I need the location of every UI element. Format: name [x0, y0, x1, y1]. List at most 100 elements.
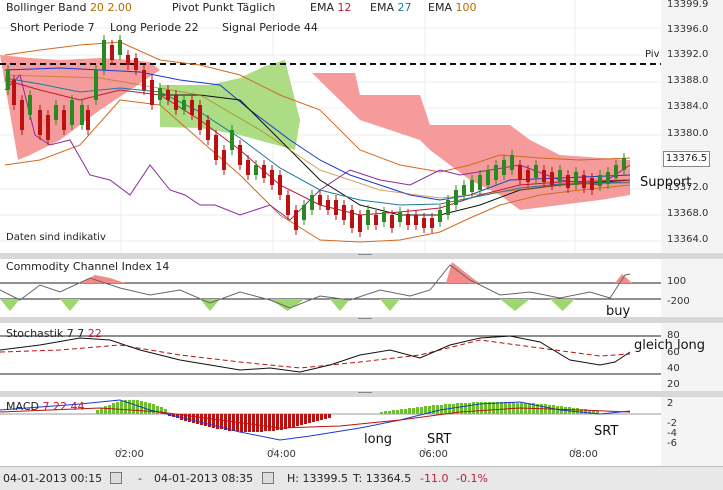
macd-histogram-bar: [320, 414, 323, 420]
candle-body: [6, 70, 10, 90]
macd-histogram-bar: [196, 414, 199, 424]
macd-histogram-bar: [316, 414, 319, 421]
macd-histogram-bar: [252, 414, 255, 432]
macd-histogram-bar: [272, 414, 275, 431]
long-periode-label[interactable]: Long Periode 22: [110, 21, 199, 34]
macd-histogram-bar: [436, 405, 439, 414]
candle-body: [222, 150, 226, 170]
indicative-note: Daten sind indikativ: [6, 232, 106, 243]
macd-histogram-bar: [388, 411, 391, 414]
candle-body: [190, 100, 194, 115]
change-value: -11.0: [420, 472, 449, 485]
candle-body: [262, 165, 266, 178]
candle-body: [294, 210, 298, 230]
ema-12-label[interactable]: EMA 12: [310, 1, 351, 14]
candle-body: [326, 200, 330, 210]
macd-histogram-bar: [200, 414, 203, 425]
candle-body: [166, 90, 170, 100]
cci-overbought-fill: [446, 262, 480, 283]
candle-body: [134, 58, 138, 70]
macd-histogram-bar: [496, 402, 499, 414]
candle-body: [278, 175, 282, 195]
candle-body: [590, 178, 594, 190]
high-value: H: 13399.5: [287, 472, 348, 485]
candle-body: [502, 160, 506, 175]
short-periode-label[interactable]: Short Periode 7: [10, 21, 95, 34]
macd-histogram-bar: [116, 402, 119, 414]
signal-periode-label[interactable]: Signal Periode 44: [222, 21, 318, 34]
time-tick: 04:00: [267, 449, 296, 460]
macd-histogram-bar: [228, 414, 231, 431]
range-start: 04-01-2013 00:15: [3, 472, 103, 485]
macd-histogram-bar: [472, 402, 475, 414]
pivot-label[interactable]: Pivot Punkt Täglich: [172, 1, 275, 14]
macd-histogram-bar: [100, 408, 103, 414]
macd-histogram-bar: [284, 414, 287, 429]
macd-histogram-bar: [120, 401, 123, 414]
candle-body: [510, 155, 514, 170]
macd-histogram-bar: [268, 414, 271, 431]
candle-body: [422, 218, 426, 228]
srt-annotation-2: SRT: [594, 424, 619, 439]
macd-histogram-bar: [408, 408, 411, 414]
gleich-long-annotation: gleich long: [634, 338, 706, 353]
macd-histogram-bar: [308, 414, 311, 423]
macd-histogram-bar: [464, 403, 467, 414]
macd-histogram-bar: [392, 410, 395, 414]
stochastik-tick: 40: [667, 363, 680, 374]
macd-histogram-bar: [400, 409, 403, 414]
candle-body: [382, 212, 386, 222]
candle-body: [358, 215, 362, 232]
chart-canvas: [0, 0, 661, 453]
candle-body: [454, 190, 458, 205]
candle-body: [558, 170, 562, 182]
candle-body: [28, 95, 32, 115]
macd-histogram-bar: [380, 412, 383, 414]
macd-histogram-bar: [156, 406, 159, 414]
candle-body: [550, 172, 554, 185]
stochastik-label[interactable]: Stochastik 7 7 22: [6, 327, 102, 340]
candle-body: [526, 170, 530, 182]
macd-histogram-bar: [292, 414, 295, 427]
cci-overbought-fill: [615, 274, 632, 283]
stochastik-tick: 20: [667, 379, 680, 390]
macd-histogram-bar: [152, 404, 155, 414]
long-annotation: long: [364, 432, 393, 447]
macd-histogram-bar: [468, 403, 471, 414]
price-tick: 13384.0: [667, 101, 709, 112]
macd-histogram-bar: [136, 400, 139, 414]
candle-body: [366, 210, 370, 225]
macd-histogram-bar: [204, 414, 207, 426]
candle-body: [462, 185, 466, 195]
candle-body: [198, 105, 202, 130]
price-tick: 13388.0: [667, 75, 709, 86]
bollinger-label[interactable]: Bollinger Band 20 2.00: [6, 1, 132, 14]
macd-histogram-bar: [104, 406, 107, 414]
cci-oversold-fill: [330, 299, 350, 311]
time-tick: 08:00: [569, 449, 598, 460]
macd-histogram-bar: [296, 414, 299, 426]
macd-histogram-bar: [96, 410, 99, 414]
macd-histogram-bar: [128, 400, 131, 414]
candle-body: [534, 165, 538, 178]
candle-body: [374, 215, 378, 225]
start-calendar-icon[interactable]: [110, 472, 122, 484]
buy-annotation: buy: [606, 304, 631, 319]
current-price-box: 13376.5: [663, 151, 710, 167]
ema-100-label[interactable]: EMA 100: [428, 1, 476, 14]
pivot-line-label: Piv: [645, 49, 660, 60]
ema-27-label[interactable]: EMA 27: [370, 1, 411, 14]
cci-oversold-fill: [270, 299, 305, 311]
macd-histogram-bar: [420, 407, 423, 414]
candle-body: [150, 80, 154, 105]
cci-label[interactable]: Commodity Channel Index 14: [6, 260, 169, 273]
macd-histogram-bar: [188, 414, 191, 422]
candle-body: [38, 110, 42, 135]
macd-label[interactable]: MACD 7 22 44: [6, 400, 84, 413]
candle-body: [310, 195, 314, 210]
end-calendar-icon[interactable]: [262, 472, 274, 484]
candle-body: [438, 210, 442, 222]
candle-body: [102, 40, 106, 70]
macd-histogram-bar: [192, 414, 195, 423]
macd-histogram-bar: [576, 408, 579, 414]
